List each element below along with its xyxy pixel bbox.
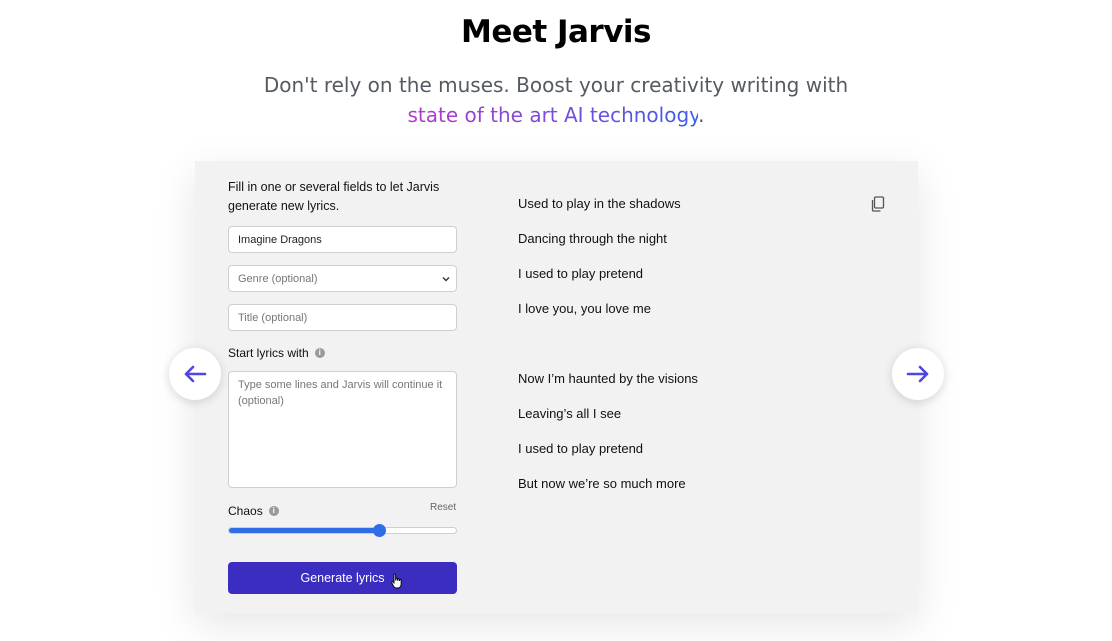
chaos-slider-fill: [229, 528, 379, 533]
info-icon[interactable]: i: [268, 506, 279, 516]
lyric-line: Used to play in the shadows: [518, 196, 681, 211]
start-lyrics-label: Start lyrics with: [228, 346, 309, 360]
chaos-slider-track[interactable]: [228, 527, 457, 534]
form-instructions: Fill in one or several fields to let Jar…: [228, 180, 440, 213]
subtitle-highlight: state of the art AI technology: [407, 103, 699, 127]
page-subtitle: Don't rely on the muses. Boost your crea…: [0, 70, 1112, 130]
start-lyrics-placeholder: Type some lines and Jarvis will continue…: [238, 379, 443, 407]
genre-select[interactable]: Genre (optional): [228, 265, 457, 292]
arrow-right-icon: [906, 365, 929, 383]
lyric-line: I used to play pretend: [518, 266, 644, 281]
start-lyrics-label-row: Start lyrics with i: [228, 346, 325, 360]
copy-icon[interactable]: [870, 196, 885, 212]
title-input-placeholder: Title (optional): [238, 311, 308, 324]
subtitle-text: Don't rely on the muses. Boost your crea…: [263, 73, 849, 97]
chaos-label: Chaos: [228, 504, 263, 518]
previous-button[interactable]: [169, 348, 221, 400]
lyric-line: I used to play pretend: [518, 441, 644, 456]
title-input[interactable]: Title (optional): [228, 304, 457, 331]
lyric-line: Dancing through the night: [518, 231, 667, 246]
info-icon[interactable]: i: [314, 348, 325, 358]
chevron-down-icon: [442, 277, 450, 282]
lyric-line: Now I’m haunted by the visions: [518, 371, 698, 386]
start-lyrics-textarea[interactable]: Type some lines and Jarvis will continue…: [228, 371, 457, 488]
lyric-line: Leaving’s all I see: [518, 406, 622, 421]
hand-cursor-icon: [391, 573, 402, 589]
chaos-label-row: Chaos i: [228, 504, 279, 518]
generate-lyrics-button[interactable]: Generate lyrics: [228, 562, 457, 594]
artist-input[interactable]: Imagine Dragons: [228, 226, 457, 253]
subtitle-period: .: [698, 103, 705, 127]
lyric-line: I love you, you love me: [518, 301, 651, 316]
genre-select-placeholder: Genre (optional): [238, 272, 318, 285]
lyrics-output: Used to play in the shadows Dancing throu…: [518, 196, 848, 511]
reset-link[interactable]: Reset: [430, 502, 456, 513]
lyric-spacer: [518, 336, 848, 371]
generate-lyrics-label: Generate lyrics: [300, 571, 385, 585]
artist-input-value: Imagine Dragons: [238, 233, 322, 246]
lyric-line: But now we’re so much more: [518, 476, 686, 491]
arrow-left-icon: [184, 365, 207, 383]
page-title: Meet Jarvis: [460, 14, 652, 50]
next-button[interactable]: [892, 348, 944, 400]
